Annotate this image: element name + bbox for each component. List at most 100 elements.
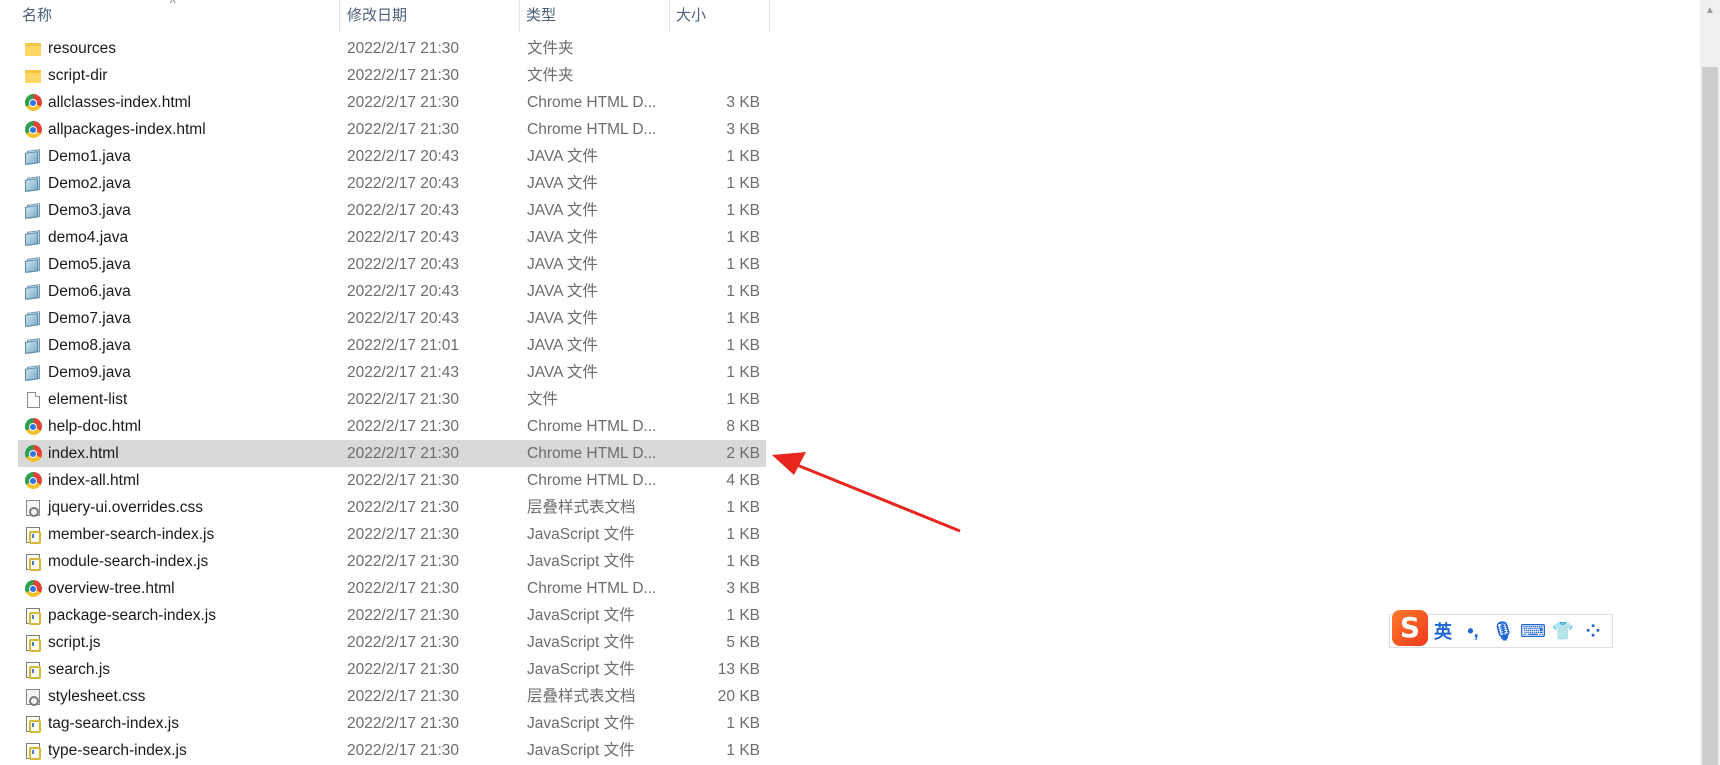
column-header-type[interactable]: 类型 <box>520 0 670 32</box>
chrome-icon <box>23 467 43 494</box>
scroll-up-icon[interactable]: ▲ <box>1700 0 1720 20</box>
file-row[interactable]: resources 2022/2/17 21:30 文件夹 <box>18 35 766 62</box>
file-name[interactable]: Demo2.java <box>48 170 131 197</box>
file-row[interactable]: member-search-index.js 2022/2/17 21:30 Jav… <box>18 521 766 548</box>
js-file-icon <box>23 521 43 548</box>
file-name[interactable]: script.js <box>48 629 101 656</box>
file-row[interactable]: module-search-index.js 2022/2/17 21:30 Jav… <box>18 548 766 575</box>
file-name[interactable]: overview-tree.html <box>48 575 175 602</box>
punctuation-icon[interactable]: •, <box>1458 616 1488 646</box>
file-row[interactable]: allpackages-index.html 2022/2/17 21:30 Chr… <box>18 116 766 143</box>
file-row[interactable]: Demo6.java 2022/2/17 20:43 JAVA 文件 1 KB <box>18 278 766 305</box>
file-name[interactable]: element-list <box>48 386 127 413</box>
toolbox-icon[interactable]: ⁘ <box>1578 616 1608 646</box>
column-header-size[interactable]: 大小 <box>670 0 770 32</box>
chrome-icon <box>23 440 43 467</box>
file-date: 2022/2/17 21:30 <box>347 67 460 84</box>
microphone-icon[interactable]: 🎙 <box>1488 616 1518 646</box>
file-name[interactable]: type-search-index.js <box>48 737 187 764</box>
file-type: Chrome HTML D... <box>527 445 657 462</box>
file-row[interactable]: Demo7.java 2022/2/17 20:43 JAVA 文件 1 KB <box>18 305 766 332</box>
file-name[interactable]: search.js <box>48 656 110 683</box>
file-size: 1 KB <box>726 310 760 327</box>
file-type: Chrome HTML D... <box>527 418 657 435</box>
file-row[interactable]: tag-search-index.js 2022/2/17 21:30 JavaSc… <box>18 710 766 737</box>
js-file-icon <box>23 656 43 683</box>
file-name[interactable]: Demo3.java <box>48 197 131 224</box>
file-name[interactable]: Demo1.java <box>48 143 131 170</box>
skin-icon[interactable]: 👕 <box>1548 616 1578 646</box>
file-date: 2022/2/17 21:30 <box>347 40 460 57</box>
file-name[interactable]: member-search-index.js <box>48 521 214 548</box>
file-name[interactable]: script-dir <box>48 62 107 89</box>
file-name[interactable]: index-all.html <box>48 467 139 494</box>
file-row[interactable]: jquery-ui.overrides.css 2022/2/17 21:30 层叠… <box>18 494 766 521</box>
file-row[interactable]: index.html 2022/2/17 21:30 Chrome HTML D..… <box>18 440 766 467</box>
file-name[interactable]: allclasses-index.html <box>48 89 191 116</box>
column-header-name[interactable]: 名称 <box>16 0 339 32</box>
file-size: 8 KB <box>726 418 760 435</box>
folder-icon <box>23 62 43 89</box>
file-name[interactable]: index.html <box>48 440 119 467</box>
sogou-logo-icon[interactable]: S <box>1392 610 1428 646</box>
blank-file-icon <box>23 386 43 413</box>
file-size: 1 KB <box>726 526 760 543</box>
file-type: JavaScript 文件 <box>527 553 635 570</box>
file-name[interactable]: stylesheet.css <box>48 683 145 710</box>
file-row[interactable]: script-dir 2022/2/17 21:30 文件夹 <box>18 62 766 89</box>
file-date: 2022/2/17 20:43 <box>347 229 460 246</box>
file-row[interactable]: Demo3.java 2022/2/17 20:43 JAVA 文件 1 KB <box>18 197 766 224</box>
file-row[interactable]: demo4.java 2022/2/17 20:43 JAVA 文件 1 KB <box>18 224 766 251</box>
file-date: 2022/2/17 20:43 <box>347 202 460 219</box>
file-name[interactable]: module-search-index.js <box>48 548 208 575</box>
file-name[interactable]: Demo5.java <box>48 251 131 278</box>
file-name[interactable]: Demo6.java <box>48 278 131 305</box>
file-size: 1 KB <box>726 175 760 192</box>
file-name[interactable]: Demo8.java <box>48 332 131 359</box>
file-row[interactable]: help-doc.html 2022/2/17 21:30 Chrome HTML … <box>18 413 766 440</box>
keyboard-icon[interactable]: ⌨ <box>1518 616 1548 646</box>
java-file-icon <box>23 197 43 224</box>
java-file-icon <box>23 224 43 251</box>
column-divider[interactable] <box>769 0 770 32</box>
file-row[interactable]: Demo8.java 2022/2/17 21:01 JAVA 文件 1 KB <box>18 332 766 359</box>
file-row[interactable]: element-list 2022/2/17 21:30 文件 1 KB <box>18 386 766 413</box>
file-name[interactable]: Demo9.java <box>48 359 131 386</box>
file-row[interactable]: search.js 2022/2/17 21:30 JavaScript 文件 13 … <box>18 656 766 683</box>
file-row[interactable]: Demo9.java 2022/2/17 21:43 JAVA 文件 1 KB <box>18 359 766 386</box>
column-header-date[interactable]: 修改日期 <box>341 0 519 32</box>
java-file-icon <box>23 278 43 305</box>
file-row[interactable]: package-search-index.js 2022/2/17 21:30 Ja… <box>18 602 766 629</box>
file-row[interactable]: overview-tree.html 2022/2/17 21:30 Chrome … <box>18 575 766 602</box>
sogou-ime-toolbar[interactable]: S 英 •, 🎙 ⌨ 👕 ⁘ <box>1389 610 1613 648</box>
file-name[interactable]: package-search-index.js <box>48 602 216 629</box>
file-date: 2022/2/17 21:30 <box>347 391 460 408</box>
column-divider[interactable] <box>339 0 340 32</box>
file-row[interactable]: Demo1.java 2022/2/17 20:43 JAVA 文件 1 KB <box>18 143 766 170</box>
file-size <box>658 62 760 89</box>
column-header-bar: 名称 ^ 修改日期 类型 大小 <box>0 0 770 32</box>
file-type: JAVA 文件 <box>527 283 598 300</box>
file-row[interactable]: type-search-index.js 2022/2/17 21:30 JavaS… <box>18 737 766 764</box>
language-icon[interactable]: 英 <box>1428 616 1458 646</box>
file-row[interactable]: allclasses-index.html 2022/2/17 21:30 Chro… <box>18 89 766 116</box>
file-size: 1 KB <box>726 391 760 408</box>
file-name[interactable]: resources <box>48 35 116 62</box>
scrollbar-thumb[interactable] <box>1702 67 1718 765</box>
file-row[interactable]: Demo5.java 2022/2/17 20:43 JAVA 文件 1 KB <box>18 251 766 278</box>
file-name[interactable]: Demo7.java <box>48 305 131 332</box>
file-date: 2022/2/17 21:30 <box>347 688 460 705</box>
file-name[interactable]: tag-search-index.js <box>48 710 179 737</box>
file-name[interactable]: demo4.java <box>48 224 128 251</box>
file-date: 2022/2/17 21:30 <box>347 418 460 435</box>
folder-icon <box>23 35 43 62</box>
file-row[interactable]: script.js 2022/2/17 21:30 JavaScript 文件 5 K… <box>18 629 766 656</box>
file-name[interactable]: jquery-ui.overrides.css <box>48 494 203 521</box>
file-date: 2022/2/17 21:30 <box>347 634 460 651</box>
file-row[interactable]: stylesheet.css 2022/2/17 21:30 层叠样式表文档 20 K… <box>18 683 766 710</box>
file-row[interactable]: index-all.html 2022/2/17 21:30 Chrome HTML… <box>18 467 766 494</box>
file-name[interactable]: allpackages-index.html <box>48 116 206 143</box>
file-name[interactable]: help-doc.html <box>48 413 141 440</box>
file-row[interactable]: Demo2.java 2022/2/17 20:43 JAVA 文件 1 KB <box>18 170 766 197</box>
file-size: 1 KB <box>726 337 760 354</box>
